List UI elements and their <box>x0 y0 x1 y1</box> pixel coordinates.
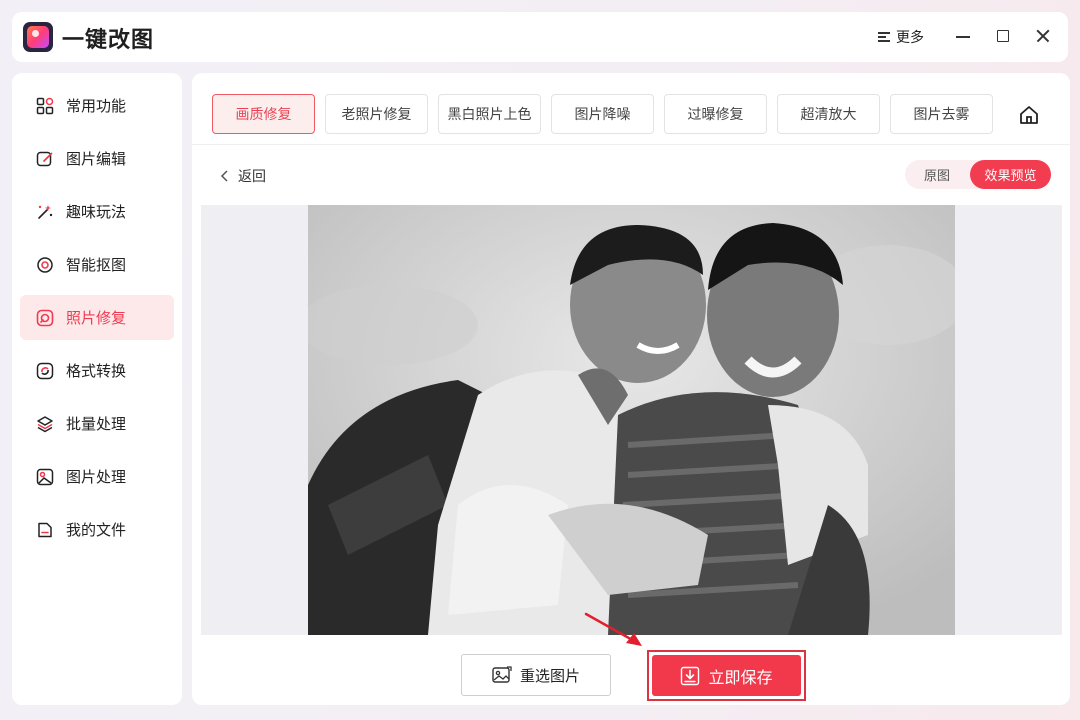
target-icon <box>37 256 53 273</box>
app-title: 一键改图 <box>62 28 155 53</box>
sidebar-item-label: 图片处理 <box>66 468 127 486</box>
sidebar-item-label: 智能抠图 <box>66 256 127 274</box>
tab-old-photo-repair[interactable]: 老照片修复 <box>325 94 428 134</box>
back-label: 返回 <box>238 169 266 185</box>
download-icon <box>681 666 700 685</box>
edit-icon <box>36 151 53 166</box>
function-tabs: 画质修复 老照片修复 黑白照片上色 图片降噪 过曝修复 超清放大 图片去雾 <box>212 94 993 134</box>
sidebar-item-label: 批量处理 <box>66 415 127 433</box>
layers-icon <box>37 415 53 432</box>
tab-quality-repair[interactable]: 画质修复 <box>212 94 315 134</box>
home-icon[interactable] <box>1018 104 1040 126</box>
sidebar-item-label: 照片修复 <box>66 309 127 327</box>
tab-denoise[interactable]: 图片降噪 <box>551 94 654 134</box>
sidebar-item-photo-repair[interactable]: 照片修复 <box>20 295 174 340</box>
app-logo <box>23 22 53 52</box>
sidebar-item-edit[interactable]: 图片编辑 <box>20 136 174 181</box>
save-button-highlight: 立即保存 <box>647 650 806 701</box>
close-button[interactable] <box>1031 24 1055 48</box>
preview-area <box>201 205 1062 635</box>
sidebar-item-common[interactable]: 常用功能 <box>20 83 174 128</box>
menu-icon <box>878 31 890 43</box>
sidebar-item-batch[interactable]: 批量处理 <box>20 401 174 446</box>
toggle-original[interactable]: 原图 <box>905 160 969 189</box>
save-now-button[interactable]: 立即保存 <box>652 655 801 696</box>
convert-icon <box>36 362 54 379</box>
tab-overexposure-fix[interactable]: 过曝修复 <box>664 94 767 134</box>
sidebar-item-label: 图片编辑 <box>66 150 127 168</box>
divider <box>192 144 1070 145</box>
file-icon <box>38 522 52 537</box>
reselect-label: 重选图片 <box>519 666 580 685</box>
sidebar-item-fun[interactable]: 趣味玩法 <box>20 189 174 234</box>
image-swap-icon <box>492 666 512 683</box>
view-toggle: 原图 效果预览 <box>905 160 1051 189</box>
main-panel: 画质修复 老照片修复 黑白照片上色 图片降噪 过曝修复 超清放大 图片去雾 返回… <box>192 73 1070 705</box>
maximize-button[interactable] <box>991 24 1015 48</box>
sidebar: 常用功能 图片编辑 趣味玩法 智能抠图 照片修复 格式转换 批量处理 图片处理 … <box>12 73 182 705</box>
grid-icon <box>36 97 54 114</box>
more-label: 更多 <box>896 30 924 46</box>
tab-colorize[interactable]: 黑白照片上色 <box>438 94 541 134</box>
save-label: 立即保存 <box>708 667 773 687</box>
preview-photo <box>308 205 955 635</box>
magic-wand-icon <box>38 204 53 219</box>
toggle-preview[interactable]: 效果预览 <box>970 160 1051 189</box>
sidebar-item-image-process[interactable]: 图片处理 <box>20 454 174 499</box>
title-bar: 一键改图 更多 <box>12 12 1068 62</box>
sidebar-item-cutout[interactable]: 智能抠图 <box>20 242 174 287</box>
sidebar-item-label: 趣味玩法 <box>66 203 127 221</box>
repair-icon <box>36 309 54 326</box>
image-icon <box>36 468 54 485</box>
sidebar-item-my-files[interactable]: 我的文件 <box>20 507 174 552</box>
back-button[interactable]: 返回 <box>220 166 266 186</box>
reselect-image-button[interactable]: 重选图片 <box>461 654 611 696</box>
tab-dehaze[interactable]: 图片去雾 <box>890 94 993 134</box>
more-menu-button[interactable]: 更多 <box>878 26 924 48</box>
tab-upscale[interactable]: 超清放大 <box>777 94 880 134</box>
sidebar-item-label: 常用功能 <box>66 97 127 115</box>
sidebar-item-convert[interactable]: 格式转换 <box>20 348 174 393</box>
sidebar-item-label: 格式转换 <box>66 362 127 380</box>
minimize-button[interactable] <box>951 24 975 48</box>
chevron-left-icon <box>220 170 228 182</box>
sidebar-item-label: 我的文件 <box>66 521 127 539</box>
